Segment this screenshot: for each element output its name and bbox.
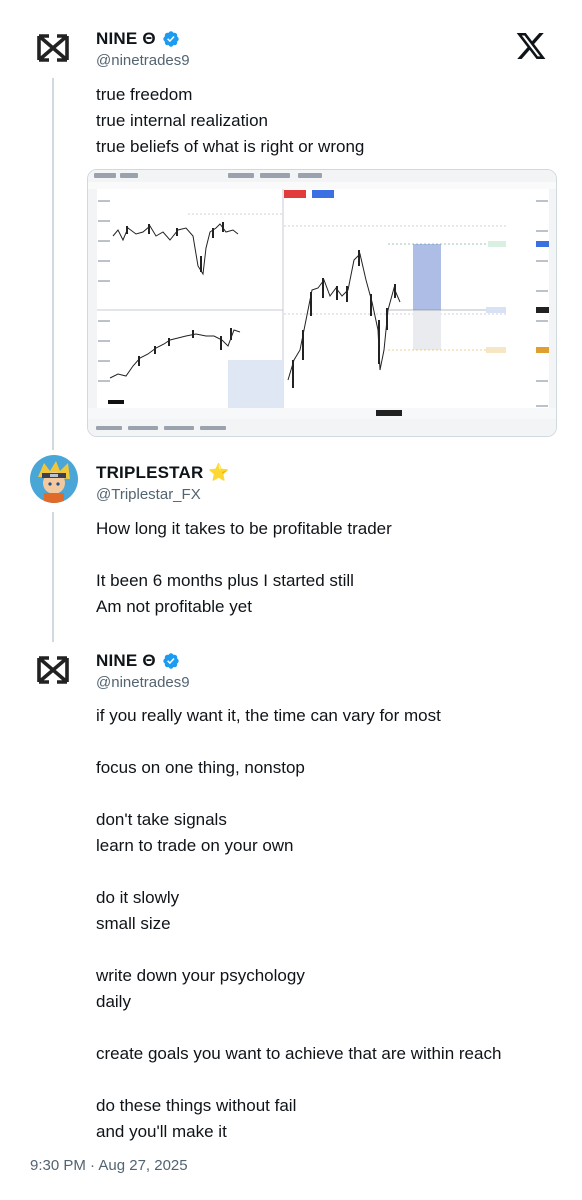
text-line: small size — [96, 914, 171, 933]
text-line: and you'll make it — [96, 1122, 227, 1141]
author-name[interactable]: NINE Θ — [96, 29, 156, 49]
text-line: don't take signals — [96, 810, 227, 829]
text-line: true internal realization — [96, 111, 268, 130]
text-line: write down your psychology — [96, 966, 305, 985]
tweet-header: TRIPLESTAR ⭐ @Triplestar_FX — [96, 463, 230, 503]
author-avatar[interactable] — [31, 26, 75, 70]
thread-line-1 — [52, 78, 54, 450]
text-line: true beliefs of what is right or wrong — [96, 137, 365, 156]
author-avatar[interactable] — [31, 648, 75, 692]
author-name[interactable]: TRIPLESTAR ⭐ — [96, 463, 230, 483]
text-line: Am not profitable yet — [96, 597, 252, 616]
text-line: learn to trade on your own — [96, 836, 294, 855]
tweet-text: if you really want it, the time can vary… — [96, 703, 566, 1145]
author-handle[interactable]: @ninetrades9 — [96, 674, 190, 691]
author-handle[interactable]: @ninetrades9 — [96, 52, 190, 69]
text-line — [96, 729, 566, 755]
author-name[interactable]: NINE Θ — [96, 651, 156, 671]
anime-avatar-icon — [30, 455, 78, 503]
text-line: How long it takes to be profitable trade… — [96, 519, 392, 538]
text-line — [96, 542, 566, 568]
text-line: do it slowly — [96, 888, 180, 907]
tweet-header: NINE Θ @ninetrades9 — [96, 29, 190, 69]
verified-badge-icon — [162, 30, 180, 48]
text-line — [96, 937, 566, 963]
text-line: focus on one thing, nonstop — [96, 758, 305, 777]
thread-line-2 — [52, 512, 54, 642]
text-line: create goals you want to achieve that ar… — [96, 1044, 502, 1063]
x-logo-icon[interactable] — [515, 30, 547, 62]
verified-badge-icon — [162, 652, 180, 670]
text-line — [96, 781, 566, 807]
tweet-text: How long it takes to be profitable trade… — [96, 516, 566, 620]
text-line: daily — [96, 992, 131, 1011]
nine-logo-icon — [37, 34, 69, 62]
text-line — [96, 1067, 566, 1093]
text-line: if you really want it, the time can vary… — [96, 706, 441, 725]
tweet-text: true freedom true internal realization t… — [96, 82, 566, 160]
author-avatar[interactable] — [30, 455, 78, 503]
trading-chart-screenshot — [88, 170, 556, 436]
tweet-header: NINE Θ @ninetrades9 — [96, 651, 190, 691]
text-line — [96, 1015, 566, 1041]
attached-chart-image[interactable] — [87, 169, 557, 437]
text-line — [96, 859, 566, 885]
author-handle[interactable]: @Triplestar_FX — [96, 486, 230, 503]
text-line: It been 6 months plus I started still — [96, 571, 354, 590]
post-timestamp[interactable]: 9:30 PM · Aug 27, 2025 — [30, 1157, 188, 1174]
text-line: true freedom — [96, 85, 193, 104]
text-line: do these things without fail — [96, 1096, 297, 1115]
nine-logo-icon — [37, 656, 69, 684]
